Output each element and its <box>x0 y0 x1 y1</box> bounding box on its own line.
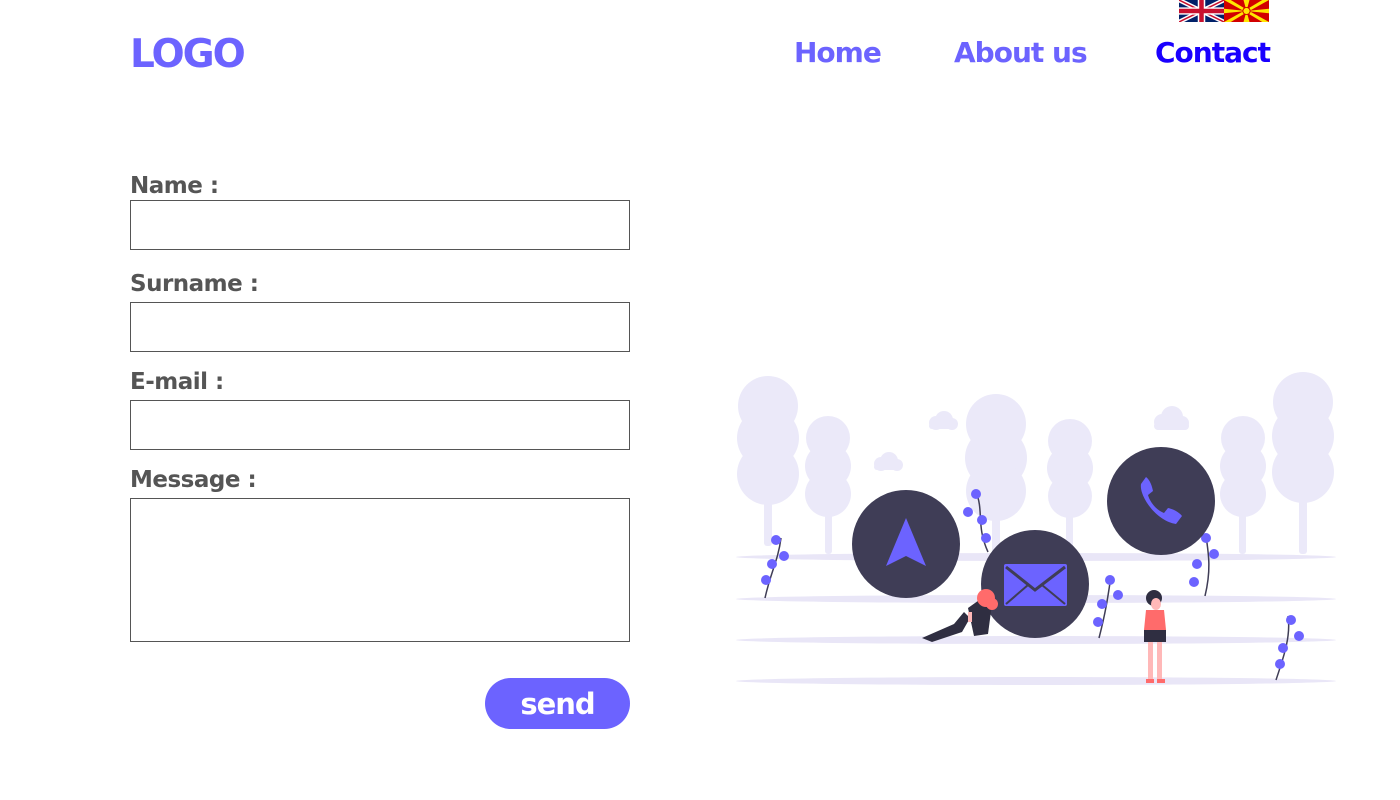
send-button[interactable]: send <box>485 678 630 729</box>
nav-about-us[interactable]: About us <box>954 36 1088 69</box>
standing-person-figure <box>1144 590 1166 683</box>
logo[interactable]: LOGO <box>130 32 246 77</box>
navigation-icon <box>852 490 960 598</box>
nav-contact[interactable]: Contact <box>1155 36 1271 69</box>
message-label: Message : <box>130 467 257 493</box>
contact-illustration <box>736 372 1336 685</box>
email-input[interactable] <box>130 400 630 450</box>
surname-input[interactable] <box>130 302 630 352</box>
uk-flag-icon[interactable] <box>1179 0 1224 22</box>
name-input[interactable] <box>130 200 630 250</box>
nav-home[interactable]: Home <box>794 36 882 69</box>
message-textarea[interactable] <box>130 498 630 642</box>
name-label: Name : <box>130 173 219 199</box>
email-label: E-mail : <box>130 369 224 395</box>
surname-label: Surname : <box>130 271 259 297</box>
macedonia-flag-icon[interactable] <box>1224 0 1269 22</box>
language-switcher <box>1179 0 1269 22</box>
background-trees <box>737 372 1334 554</box>
phone-icon <box>1107 447 1215 555</box>
mail-icon <box>981 530 1089 638</box>
